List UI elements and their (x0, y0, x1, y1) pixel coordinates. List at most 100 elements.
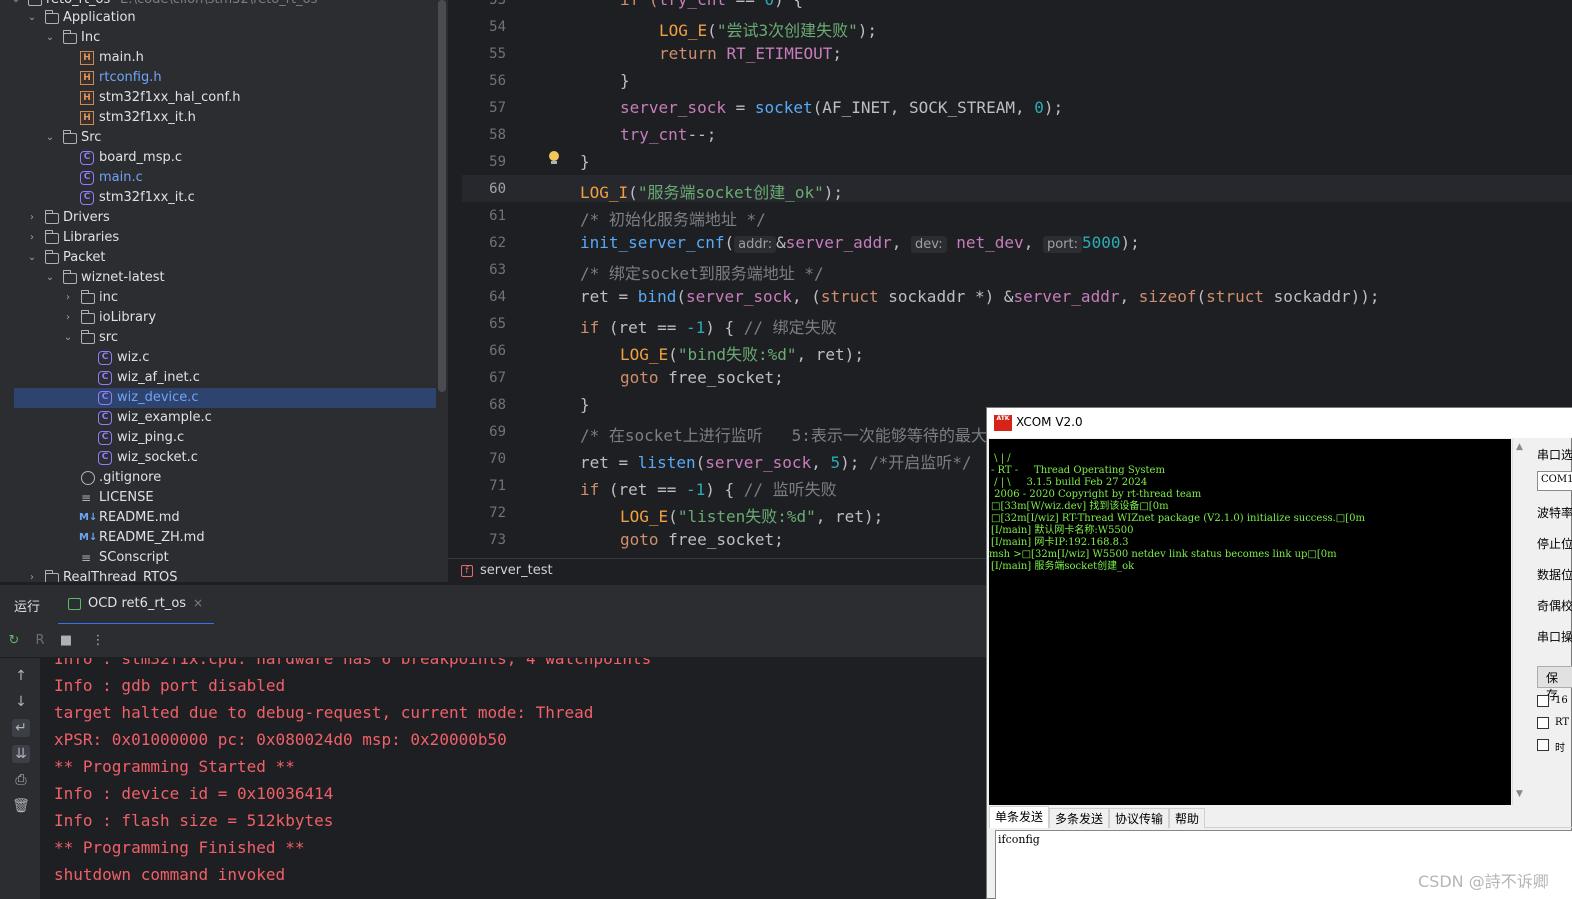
run-config-tab[interactable]: OCD ret6_rt_os × (58, 585, 214, 625)
xcom-window[interactable]: ATK XCOM V2.0 \ | / - RT - Thread Operat… (986, 407, 1572, 899)
folder-icon (28, 0, 42, 6)
arrow-up-icon[interactable]: ↑ (12, 667, 30, 685)
code-line-56: } (620, 71, 630, 90)
tree-item-src[interactable]: ⌄ Src (0, 128, 440, 148)
folder-icon (81, 310, 95, 324)
stop-icon[interactable]: ■ (58, 633, 74, 649)
tree-item-wiz-ping-c[interactable]: C wiz_ping.c (0, 428, 440, 448)
folder-icon (45, 570, 59, 582)
tree-item-label: wiz.c (117, 350, 150, 365)
terminal-line: msh >□[32m[I/wiz] W5500 netdev link stat… (989, 549, 1337, 560)
checkbox-label: 16 (1555, 695, 1568, 706)
tree-item-label: Src (81, 130, 102, 145)
send-input-text: ifconfig (998, 833, 1040, 846)
tree-item-label: Libraries (63, 230, 120, 245)
tree-item-inc[interactable]: ⌄ Inc (0, 28, 440, 48)
folder-icon (63, 130, 77, 144)
chevron-down-icon: ⌄ (63, 332, 73, 343)
tree-item-label: LICENSE (99, 490, 154, 505)
header-file-icon: H (80, 111, 94, 125)
line-number: 73 (489, 532, 506, 548)
lightbulb-icon[interactable] (548, 151, 560, 165)
text-file-icon: ≡ (81, 551, 92, 565)
tree-item-libraries[interactable]: › Libraries (0, 228, 440, 248)
tree-item-sconscript[interactable]: ≡ SConscript (0, 548, 440, 568)
save-button[interactable]: 保存 (1537, 666, 1572, 702)
chevron-right-icon: › (30, 232, 34, 243)
line-number: 54 (489, 19, 506, 35)
tab-single-send[interactable]: 单条发送 (989, 806, 1050, 828)
tree-item-packet[interactable]: ⌄ Packet (0, 248, 440, 268)
tree-item-label: stm32f1xx_it.c (99, 190, 195, 205)
line-number: 62 (489, 235, 506, 251)
line-number: 70 (489, 451, 506, 467)
tree-item-wiz-src[interactable]: ⌄ src (0, 328, 440, 348)
close-icon[interactable]: × (193, 596, 203, 610)
param-hint-dev: dev: (910, 236, 947, 253)
terminal-line: □[33m[W/wiz.dev] 找到该设备□[0m (991, 501, 1169, 512)
com-port-select[interactable]: COM11 (1537, 471, 1572, 491)
more-options-icon[interactable]: ⋮ (90, 633, 106, 649)
tree-item-it-c[interactable]: C stm32f1xx_it.c (0, 188, 440, 208)
c-file-icon: C (98, 451, 112, 465)
scroll-to-end-icon[interactable]: ⇊ (12, 745, 30, 763)
tree-item-wiz-socket-c[interactable]: C wiz_socket.c (0, 448, 440, 468)
c-file-icon: C (80, 171, 94, 185)
stop-bits-label: 停止位 (1537, 537, 1572, 551)
line-number: 56 (489, 73, 506, 89)
console-output[interactable]: Info : stm32f1x.cpu: hardware has 6 brea… (40, 658, 986, 899)
tree-item-wiz-example-c[interactable]: C wiz_example.c (0, 408, 440, 428)
scroll-up-icon[interactable]: ▲ (1516, 442, 1523, 452)
chevron-right-icon: › (30, 572, 34, 582)
tree-item-main-h[interactable]: H main.h (0, 48, 440, 68)
tree-item-label: .gitignore (99, 470, 162, 485)
scroll-down-icon[interactable]: ▼ (1516, 789, 1523, 799)
xcom-titlebar[interactable]: ATK XCOM V2.0 (987, 408, 1572, 438)
serial-settings-panel: 串口选 COM11 波特率 停止位 数据位 奇偶校 串口操 保存 16 RT 时 (1535, 439, 1572, 805)
tree-item-board-msp-c[interactable]: C board_msp.c (0, 148, 440, 168)
receive-scrollbar[interactable]: ▲ ▼ (1512, 439, 1528, 805)
breadcrumb[interactable]: f server_test (448, 558, 988, 582)
tree-item-gitignore[interactable]: .gitignore (0, 468, 440, 488)
rerun-icon[interactable]: ↻ (6, 633, 22, 649)
line-number: 55 (489, 46, 506, 62)
rerun-failed-icon[interactable]: R (32, 633, 48, 649)
tree-item-wiz-inc[interactable]: › inc (0, 288, 440, 308)
tab-help[interactable]: 帮助 (1169, 808, 1206, 828)
tree-item-license[interactable]: ≡ LICENSE (0, 488, 440, 508)
soft-wrap-icon[interactable]: ↵ (12, 719, 30, 737)
code-line-73: goto free_socket; (620, 530, 784, 549)
xcom-title: XCOM V2.0 (1016, 415, 1083, 429)
tree-item-main-c[interactable]: C main.c (0, 168, 440, 188)
tree-scrollbar[interactable] (438, 0, 446, 392)
code-line-66: LOG_E("bind失败:%d", ret); (620, 345, 864, 364)
line-number-current: 60 (489, 181, 506, 197)
tree-item-realthread-rtos[interactable]: › RealThread_RTOS (0, 568, 440, 582)
tab-protocol[interactable]: 协议传输 (1109, 808, 1170, 828)
print-icon[interactable]: ⎙ (12, 771, 30, 789)
timestamp-checkbox[interactable] (1537, 739, 1549, 751)
tree-item-readme-md[interactable]: M↓ README.md (0, 508, 440, 528)
hex-display-checkbox[interactable] (1537, 695, 1549, 707)
line-number: 63 (489, 262, 506, 278)
rts-checkbox[interactable] (1537, 717, 1549, 729)
tree-item-drivers[interactable]: › Drivers (0, 208, 440, 228)
tree-item-it-h[interactable]: H stm32f1xx_it.h (0, 108, 440, 128)
watermark: CSDN @詩不诉卿 (1418, 872, 1549, 891)
tree-item-hal-conf-h[interactable]: H stm32f1xx_hal_conf.h (0, 88, 440, 108)
tree-item-iolibrary[interactable]: › ioLibrary (0, 308, 440, 328)
tree-item-readme-zh-md[interactable]: M↓ README_ZH.md (0, 528, 440, 548)
tree-item-wiz-device-c[interactable]: C wiz_device.c (14, 388, 436, 408)
tab-multi-send[interactable]: 多条发送 (1049, 808, 1110, 828)
trash-icon[interactable]: 🗑 (12, 797, 30, 815)
serial-receive-area[interactable]: \ | / - RT - Thread Operating System / |… (989, 439, 1511, 805)
tree-item-label: stm32f1xx_hal_conf.h (99, 90, 241, 105)
header-file-icon: H (80, 91, 94, 105)
tree-item-wiz-c[interactable]: C wiz.c (0, 348, 440, 368)
tree-item-wiznet-latest[interactable]: ⌄ wiznet-latest (0, 268, 440, 288)
tree-item-rtconfig-h[interactable]: H rtconfig.h (0, 68, 440, 88)
tree-item-wiz-af-inet-c[interactable]: C wiz_af_inet.c (0, 368, 440, 388)
c-file-icon: C (98, 411, 112, 425)
arrow-down-icon[interactable]: ↓ (12, 693, 30, 711)
tree-item-application[interactable]: ⌄ Application (0, 8, 440, 28)
